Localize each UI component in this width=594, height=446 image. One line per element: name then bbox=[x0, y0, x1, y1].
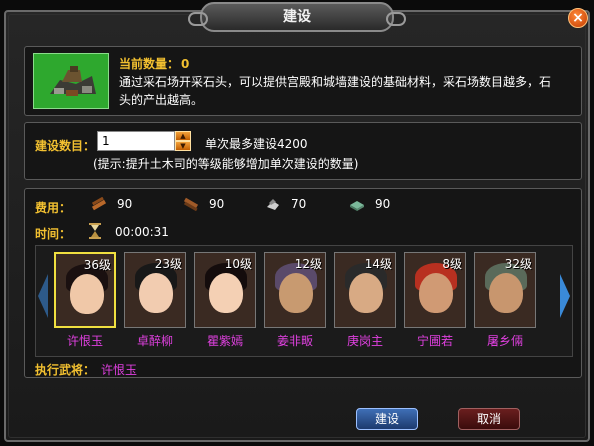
scroll-left-icon[interactable] bbox=[38, 274, 48, 318]
general-face-0 bbox=[70, 274, 104, 314]
build-hint: (提示:提升土木司的等级能够增加单次建设的数量) bbox=[93, 157, 359, 171]
general-face-1 bbox=[139, 273, 173, 313]
general-card-1[interactable]: 23级 bbox=[124, 252, 186, 328]
general-level-6: 32级 bbox=[504, 257, 532, 271]
general-level-4: 14级 bbox=[364, 257, 392, 271]
building-description: 通过采石场开采石头，可以提供宫殿和城墙建设的基础材料，采石场数目越多，石头的产出… bbox=[119, 75, 552, 107]
wood-value: 90 bbox=[117, 197, 133, 211]
general-card-5[interactable]: 8级 bbox=[404, 252, 466, 328]
general-name-1[interactable]: 卓醉柳 bbox=[120, 332, 190, 349]
general-face-4 bbox=[349, 273, 383, 313]
cost-panel: 费用： 90 90 70 90 时间： 00:00:31 36级 许恨玉 23级… bbox=[24, 188, 582, 378]
executor-label: 执行武将： bbox=[35, 363, 96, 377]
general-face-5 bbox=[419, 273, 453, 313]
iron-icon bbox=[267, 199, 279, 210]
quarry-building-icon bbox=[33, 53, 109, 109]
general-name-6[interactable]: 屠乡倆 bbox=[470, 332, 540, 349]
time-label: 时间： bbox=[35, 227, 72, 241]
quarry-icon-graphic bbox=[50, 66, 96, 96]
cancel-button[interactable]: 取消 bbox=[458, 408, 520, 430]
build-count-input[interactable]: 1 bbox=[97, 131, 175, 151]
resource-wood: 90 bbox=[91, 197, 132, 211]
general-level-5: 8级 bbox=[442, 257, 462, 271]
build-count-panel: 建设数目： 1 ▲ ▼ 单次最多建设4200 (提示:提升土木司的等级能够增加单… bbox=[24, 122, 582, 180]
general-name-4[interactable]: 庚岗主 bbox=[330, 332, 400, 349]
hourglass-icon bbox=[89, 223, 101, 239]
current-count-label: 当前数量： bbox=[119, 57, 180, 71]
general-level-1: 23级 bbox=[154, 257, 182, 271]
general-card-3[interactable]: 12级 bbox=[264, 252, 326, 328]
wood-icon bbox=[91, 197, 107, 211]
build-button[interactable]: 建设 bbox=[356, 408, 418, 430]
general-roster: 36级 许恨玉 23级 卓醉柳 10级 瞿紫嫣 12级 姜非畈 14级 庚岗主 … bbox=[35, 245, 573, 357]
general-card-6[interactable]: 32级 bbox=[474, 252, 536, 328]
general-level-3: 12级 bbox=[294, 257, 322, 271]
building-info-panel: 当前数量： 0 通过采石场开采石头，可以提供宫殿和城墙建设的基础材料，采石场数目越… bbox=[24, 46, 582, 116]
dialog-frame: 当前数量： 0 通过采石场开采石头，可以提供宫殿和城墙建设的基础材料，采石场数目越… bbox=[4, 10, 590, 442]
current-count-value: 0 bbox=[181, 57, 190, 71]
general-card-0[interactable]: 36级 bbox=[54, 252, 116, 328]
time-value: 00:00:31 bbox=[115, 225, 169, 239]
cost-label: 费用： bbox=[35, 201, 72, 215]
iron-value: 70 bbox=[291, 197, 307, 211]
stone-value: 90 bbox=[375, 197, 391, 211]
lumber-icon bbox=[183, 197, 199, 211]
stone-icon bbox=[350, 201, 364, 211]
resource-lumber: 90 bbox=[183, 197, 224, 211]
general-level-2: 10级 bbox=[224, 257, 252, 271]
general-name-0[interactable]: 许恨玉 bbox=[50, 332, 120, 349]
general-face-3 bbox=[279, 273, 313, 313]
general-name-3[interactable]: 姜非畈 bbox=[260, 332, 330, 349]
window-title: 建设 bbox=[188, 2, 406, 32]
build-count-label: 建设数目： bbox=[35, 139, 96, 153]
general-card-2[interactable]: 10级 bbox=[194, 252, 256, 328]
resource-iron: 70 bbox=[265, 197, 306, 211]
general-name-5[interactable]: 宁圃若 bbox=[400, 332, 470, 349]
resource-stone: 90 bbox=[349, 197, 390, 211]
lumber-value: 90 bbox=[209, 197, 225, 211]
general-face-2 bbox=[209, 273, 243, 313]
executor-value: 许恨玉 bbox=[101, 363, 138, 377]
decrement-down-icon[interactable]: ▼ bbox=[175, 141, 191, 151]
increment-up-icon[interactable]: ▲ bbox=[175, 131, 191, 141]
current-count: 当前数量： 0 bbox=[119, 55, 189, 72]
general-face-6 bbox=[489, 273, 523, 313]
general-level-0: 36级 bbox=[83, 258, 111, 272]
scroll-right-icon[interactable] bbox=[560, 274, 570, 318]
close-icon[interactable]: × bbox=[568, 8, 588, 28]
general-name-2[interactable]: 瞿紫嫣 bbox=[190, 332, 260, 349]
max-build-text: 单次最多建设4200 bbox=[205, 137, 308, 151]
general-card-4[interactable]: 14级 bbox=[334, 252, 396, 328]
